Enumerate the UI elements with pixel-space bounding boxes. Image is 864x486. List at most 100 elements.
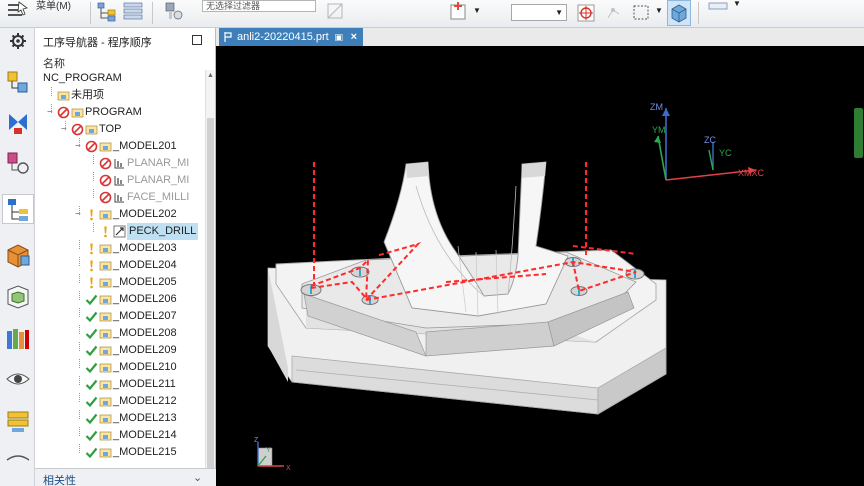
tree-row[interactable]: _MODEL211 (35, 376, 205, 393)
tree-row[interactable]: _MODEL208 (35, 325, 205, 342)
tree-row[interactable]: PLANAR_MI (35, 172, 205, 189)
program-group-icon (99, 397, 112, 407)
collapse-toggle[interactable]: − (61, 121, 67, 138)
tree-row[interactable]: _MODEL210 (35, 359, 205, 376)
edge-resize-handle[interactable] (854, 108, 863, 158)
tree-row[interactable]: − _MODEL202 (35, 206, 205, 223)
tree-row[interactable]: _MODEL205 (35, 274, 205, 291)
tree-row-label: FACE_MILLI (127, 191, 190, 203)
rail-assembly-navigator-button[interactable] (4, 68, 32, 98)
collapse-toggle[interactable]: − (75, 138, 81, 155)
machine-view-button[interactable] (162, 0, 186, 26)
tree-row-label: _MODEL212 (113, 395, 177, 407)
zc-label: ZC (704, 135, 716, 145)
collapse-toggle[interactable]: − (47, 104, 53, 121)
file-tab[interactable]: anli2-20220415.prt ▣ × (219, 28, 363, 46)
tree-row[interactable]: − TOP (35, 121, 205, 138)
view-orientation-button[interactable] (706, 0, 730, 26)
tree-connector-line (79, 342, 80, 351)
tree-row-label: PROGRAM (85, 106, 142, 118)
navigator-maximize-button[interactable] (192, 35, 202, 45)
tree-row[interactable]: FACE_MILLI (35, 189, 205, 206)
tree-row[interactable]: 未用项 (35, 87, 205, 104)
tree-row[interactable]: _MODEL207 (35, 308, 205, 325)
milling-operation-icon (114, 193, 124, 203)
tree-connector-line (79, 444, 80, 453)
status-complete-icon (85, 311, 98, 323)
snap-point-button[interactable] (324, 0, 346, 26)
tree-row[interactable]: _MODEL206 (35, 291, 205, 308)
milling-operation-icon (114, 159, 124, 169)
rail-constraint-navigator-button[interactable] (4, 108, 32, 138)
gear-icon (10, 33, 26, 49)
tree-row[interactable]: _MODEL214 (35, 427, 205, 444)
wcs-y-label: Y (266, 447, 271, 454)
name-column-header[interactable]: 名称 (43, 55, 65, 71)
rail-settings-button[interactable] (4, 30, 32, 60)
shaded-cube-icon (671, 4, 687, 23)
rail-part-navigator-button[interactable] (4, 148, 32, 178)
model-view[interactable]: ZM YM ZC YC XMXC Z Y X (216, 46, 864, 486)
program-group-icon (57, 91, 70, 101)
shaded-view-button[interactable] (667, 0, 691, 26)
tree-row-label: _MODEL204 (113, 259, 177, 271)
rail-visualization-button[interactable] (4, 364, 32, 394)
tree-connector-line (79, 393, 80, 402)
tree-row[interactable]: _MODEL204 (35, 257, 205, 274)
create-program-button[interactable] (96, 0, 118, 26)
tree-row[interactable]: PECK_DRILL (35, 223, 205, 240)
status-complete-icon (85, 396, 98, 408)
tree-row[interactable]: − PROGRAM (35, 104, 205, 121)
crosshair-icon (577, 4, 595, 22)
snap-mode-dropdown[interactable]: ▼ (511, 4, 567, 21)
collapse-toggle[interactable]: − (75, 206, 81, 223)
tree-row[interactable]: PLANAR_MI (35, 155, 205, 172)
point-select-icon (450, 2, 466, 20)
tree-row-label: 未用项 (71, 89, 104, 101)
scroll-thumb[interactable] (207, 118, 214, 478)
tree-row[interactable]: _MODEL212 (35, 393, 205, 410)
tree-row-label: _MODEL208 (113, 327, 177, 339)
status-complete-icon (85, 430, 98, 442)
fork-arch (383, 161, 569, 317)
scroll-up-icon[interactable]: ▲ (207, 72, 214, 79)
selection-filter-dropdown[interactable]: 无选择过滤器 (202, 0, 316, 12)
rail-history-button[interactable] (4, 448, 32, 478)
part-navigator-icon (7, 152, 29, 174)
rail-roles-button[interactable] (4, 406, 32, 436)
tree-row-label: _MODEL207 (113, 310, 177, 322)
program-group-icon (85, 125, 98, 135)
operation-navigator-panel: 工序导航器 - 程序顺序 名称 NC_PROGRAM 未用项 − PROGRAM − TO… (35, 28, 216, 486)
rail-machine-navigator-button[interactable] (4, 240, 32, 270)
lasso-select-button[interactable] (603, 0, 625, 26)
rail-hd3d-tools-button[interactable] (4, 324, 32, 354)
navigator-scrollbar[interactable]: ▲ ▼ (205, 70, 215, 482)
box-select-arrow-icon[interactable]: ▼ (655, 6, 663, 15)
box-select-button[interactable] (630, 0, 652, 26)
menu-label[interactable]: 菜单(M) (36, 0, 71, 12)
select-point-button[interactable] (447, 0, 469, 26)
menu-button[interactable] (6, 0, 30, 26)
tree-row[interactable]: _MODEL213 (35, 410, 205, 427)
tree-row[interactable]: _MODEL209 (35, 342, 205, 359)
program-group-icon (99, 295, 112, 305)
select-point-arrow-icon[interactable]: ▼ (473, 6, 481, 15)
target-select-button[interactable] (575, 0, 597, 26)
close-tab-button[interactable]: × (351, 28, 357, 46)
dependencies-panel-header[interactable]: 相关性 ⌄ (35, 468, 216, 486)
tree-connector-line (79, 274, 80, 283)
view-orientation-arrow-icon[interactable]: ▼ (733, 0, 741, 8)
tree-row[interactable]: NC_PROGRAM (35, 70, 205, 87)
tree-row[interactable]: _MODEL203 (35, 240, 205, 257)
file-tab-name: anli2-20220415.prt (237, 31, 329, 43)
status-complete-icon (85, 362, 98, 374)
graphics-window[interactable]: ZM YM ZC YC XMXC Z Y X (216, 46, 864, 486)
tree-row[interactable]: − _MODEL201 (35, 138, 205, 155)
status-forbidden-icon (99, 174, 112, 187)
create-geometry-button[interactable] (122, 0, 144, 26)
rail-reuse-library-button[interactable] (4, 282, 32, 312)
rail-operation-navigator-button[interactable] (2, 194, 34, 224)
menu-icon (8, 1, 28, 16)
tree-row[interactable]: _MODEL215 (35, 444, 205, 461)
tree-row-label: _MODEL203 (113, 242, 177, 254)
